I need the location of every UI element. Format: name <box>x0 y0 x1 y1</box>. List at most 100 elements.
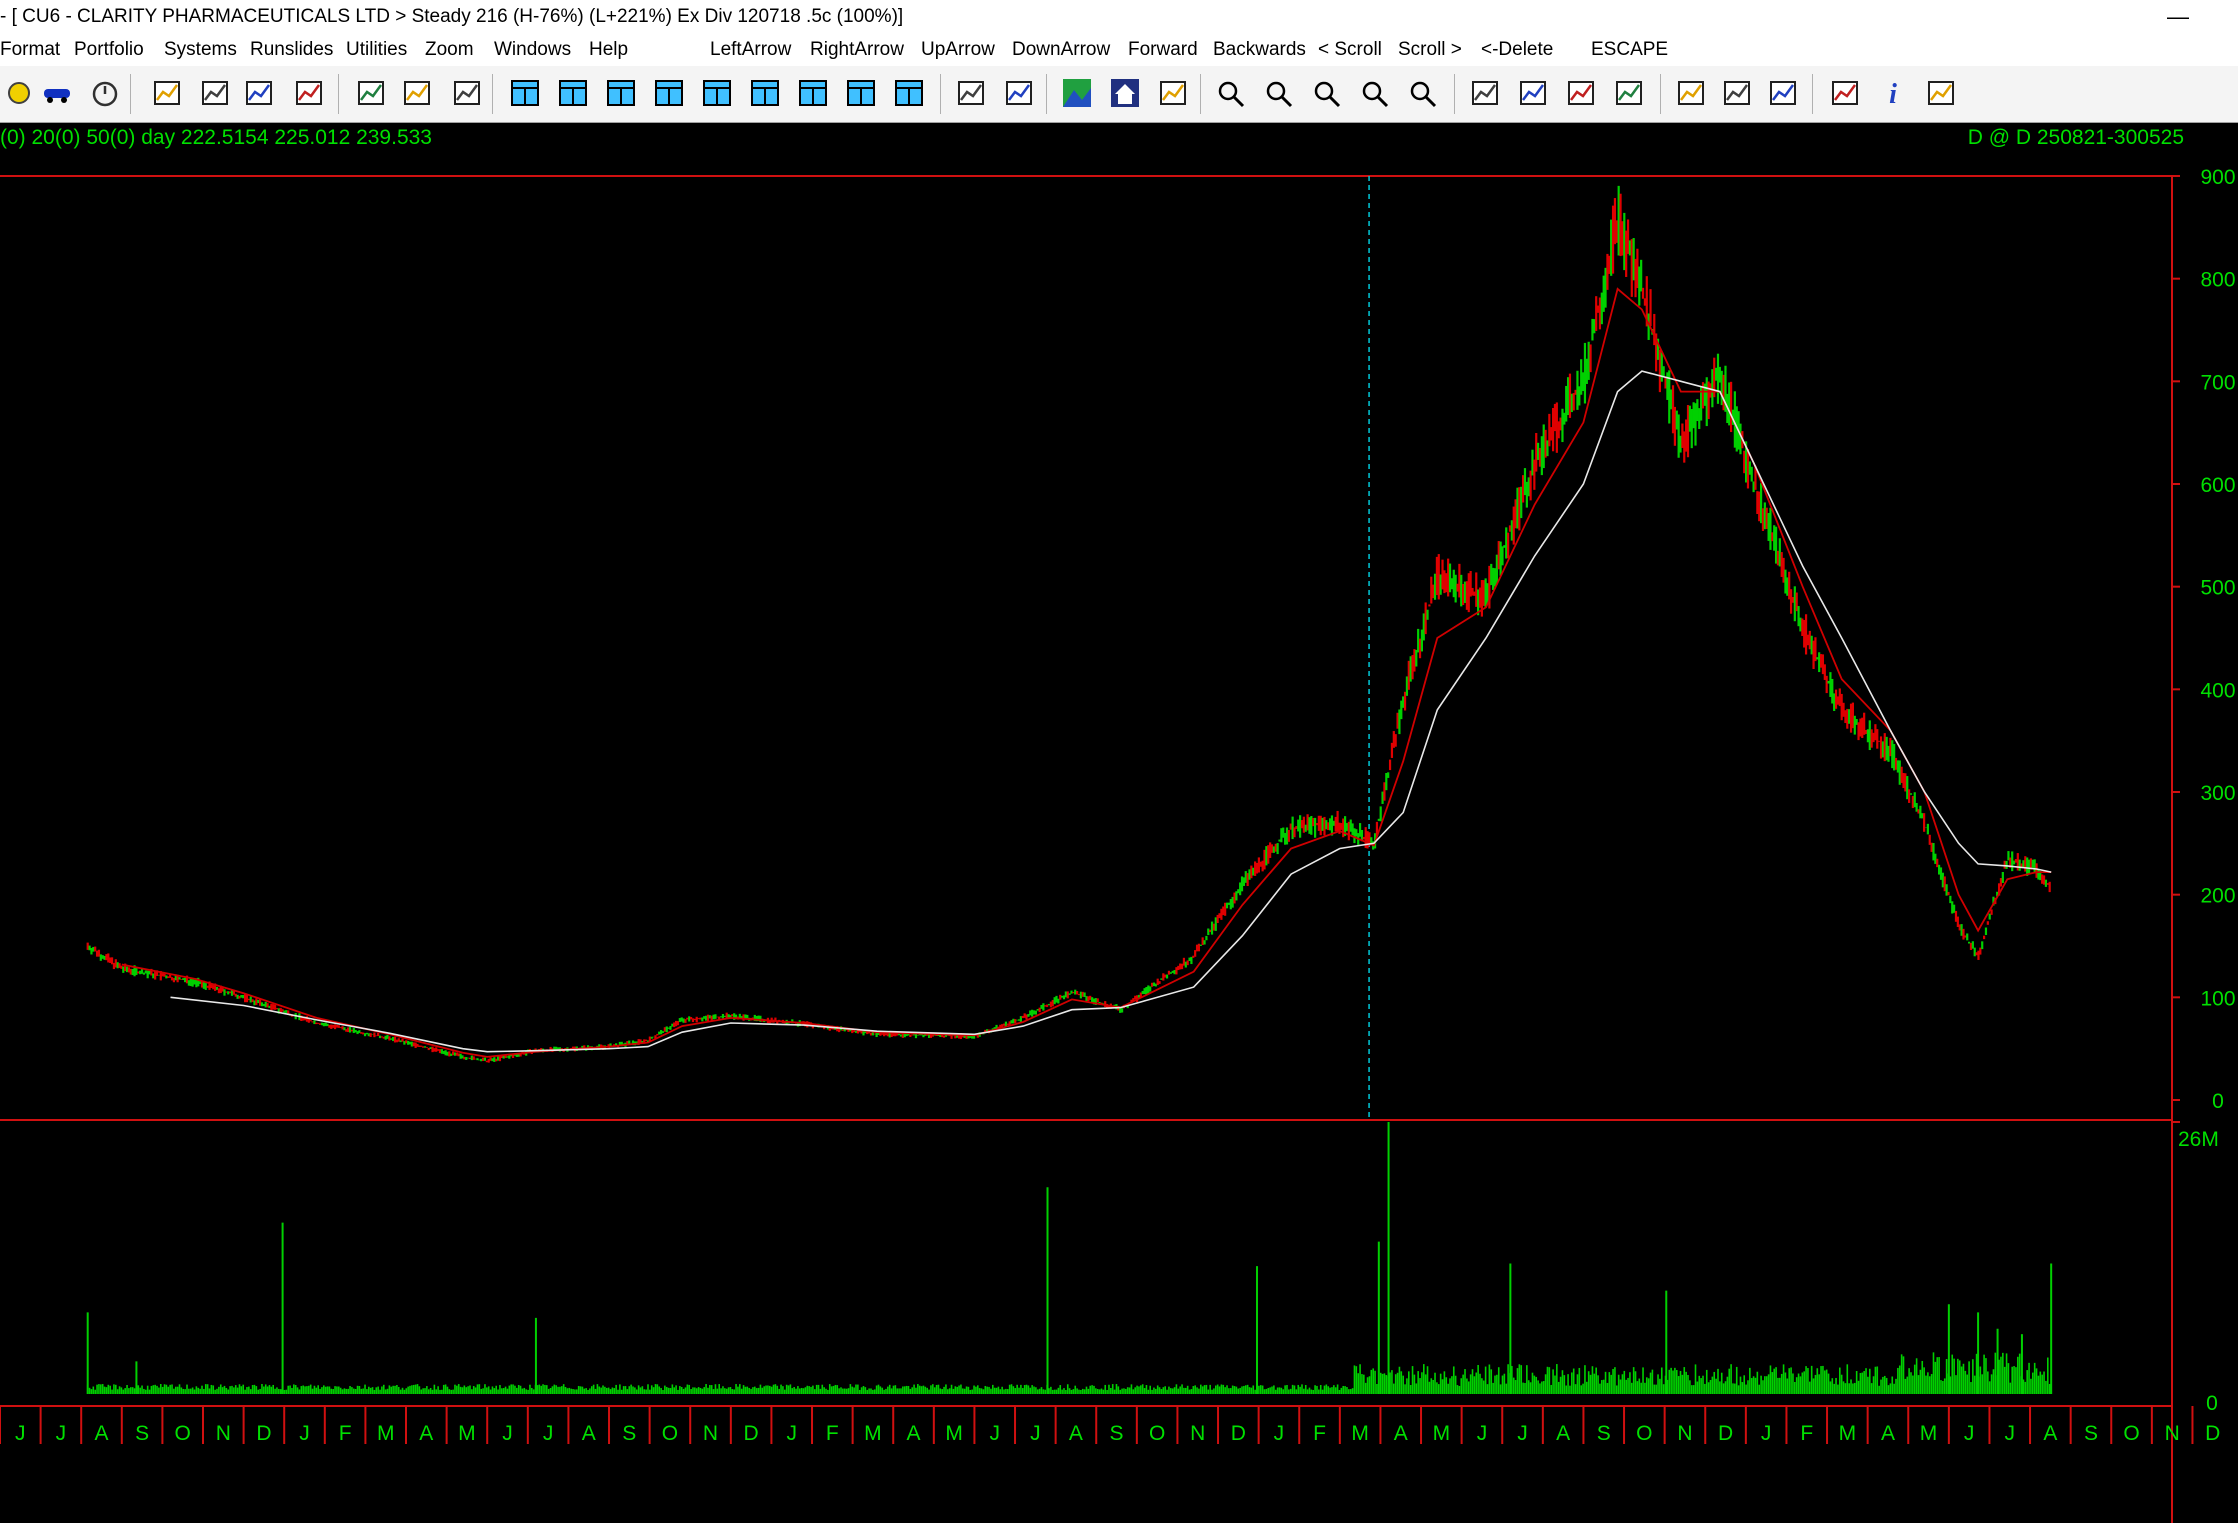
menu-runslides[interactable]: Runslides <box>250 34 333 66</box>
menu-format[interactable]: Format <box>0 34 60 66</box>
month-label: M <box>945 1422 963 1445</box>
chart-window-icon[interactable] <box>698 74 736 112</box>
price-tick-label: 200 <box>2200 885 2235 908</box>
title-bar: - [ CU6 - CLARITY PHARMACEUTICALS LTD > … <box>0 0 2238 34</box>
menu-scroll[interactable]: < Scroll <box>1318 34 1382 66</box>
ruler-icon[interactable] <box>1922 74 1960 112</box>
month-label: F <box>826 1422 839 1445</box>
notepad-icon[interactable] <box>1764 74 1802 112</box>
menu-scroll[interactable]: Scroll > <box>1398 34 1462 66</box>
spider-web-icon[interactable] <box>1154 74 1192 112</box>
month-label: A <box>1556 1422 1570 1445</box>
month-label: A <box>419 1422 433 1445</box>
menu-backwards[interactable]: Backwards <box>1213 34 1306 66</box>
bars-icon[interactable] <box>1718 74 1756 112</box>
minimize-button[interactable]: — <box>2158 0 2198 34</box>
price-tick-label: 900 <box>2200 166 2235 189</box>
toolbar-separator <box>1660 74 1661 114</box>
month-label: D <box>1231 1422 1246 1445</box>
toolbar-separator <box>1200 74 1201 114</box>
month-label: D <box>256 1422 271 1445</box>
zoom-in-icon[interactable] <box>1212 74 1250 112</box>
month-label: N <box>1190 1422 1205 1445</box>
calendar-grid-icon[interactable] <box>196 74 234 112</box>
month-label: O <box>1636 1422 1652 1445</box>
bulb-icon[interactable] <box>0 74 38 112</box>
toolbar-separator <box>338 74 339 114</box>
menu-systems[interactable]: Systems <box>164 34 237 66</box>
tile-vertical-icon[interactable] <box>602 74 640 112</box>
menu-help[interactable]: Help <box>589 34 628 66</box>
price-tick-label: 500 <box>2200 577 2235 600</box>
calculator-icon[interactable] <box>398 74 436 112</box>
month-label: J <box>1477 1422 1488 1445</box>
month-label: O <box>175 1422 191 1445</box>
month-label: D <box>2205 1422 2220 1445</box>
formula-icon[interactable] <box>448 74 486 112</box>
dwm-icon[interactable] <box>1466 74 1504 112</box>
zoom-out-icon[interactable] <box>1260 74 1298 112</box>
month-label: M <box>458 1422 476 1445</box>
price-tick-label: 300 <box>2200 782 2235 805</box>
month-label: J <box>786 1422 797 1445</box>
indicator-icon[interactable] <box>1562 74 1600 112</box>
data-f12-icon[interactable] <box>1672 74 1710 112</box>
show-trade-icon[interactable] <box>1610 74 1648 112</box>
tile-horizontal-icon[interactable] <box>650 74 688 112</box>
month-label: M <box>864 1422 882 1445</box>
stopwatch-icon[interactable] <box>86 74 124 112</box>
chart-edit-icon[interactable] <box>240 74 278 112</box>
zoom-right-icon[interactable] <box>1356 74 1394 112</box>
log-lin-icon[interactable] <box>1514 74 1552 112</box>
month-label: M <box>1351 1422 1369 1445</box>
toolbar-separator <box>492 74 493 114</box>
menu-rightarrow[interactable]: RightArrow <box>810 34 904 66</box>
menu-delete[interactable]: <-Delete <box>1481 34 1553 66</box>
month-label: D <box>744 1422 759 1445</box>
document-icon[interactable] <box>1826 74 1864 112</box>
chart-window-b-icon[interactable] <box>794 74 832 112</box>
printer-icon[interactable] <box>1000 74 1038 112</box>
align-icon[interactable] <box>890 74 928 112</box>
menu-uparrow[interactable]: UpArrow <box>921 34 995 66</box>
menu-portfolio[interactable]: Portfolio <box>74 34 144 66</box>
month-label: F <box>1800 1422 1813 1445</box>
price-tick-label: 0 <box>2212 1090 2224 1113</box>
landscape-icon[interactable] <box>1058 74 1096 112</box>
info-icon[interactable]: i <box>1874 74 1912 112</box>
menu-utilities[interactable]: Utilities <box>346 34 407 66</box>
month-label: A <box>94 1422 108 1445</box>
month-label: A <box>1881 1422 1895 1445</box>
menu-leftarrow[interactable]: LeftArrow <box>710 34 791 66</box>
menu-bar: Format Portfolio Systems Runslides Utilities… <box>0 34 2238 66</box>
car-icon[interactable] <box>38 74 76 112</box>
month-label: M <box>1920 1422 1938 1445</box>
window-icon[interactable] <box>506 74 544 112</box>
menu-zoom[interactable]: Zoom <box>425 34 474 66</box>
chart-window-v-icon[interactable] <box>746 74 784 112</box>
toolbar-separator <box>1046 74 1047 114</box>
toolbar-separator <box>1454 74 1455 114</box>
home-icon[interactable] <box>1106 74 1144 112</box>
month-label: A <box>1069 1422 1083 1445</box>
menu-downarrow[interactable]: DownArrow <box>1012 34 1110 66</box>
volume-max-label: 26M <box>2178 1128 2219 1151</box>
price-tick-label: 400 <box>2200 679 2235 702</box>
cascade-icon[interactable] <box>554 74 592 112</box>
zoom-left-icon[interactable] <box>1308 74 1346 112</box>
step-chart-icon[interactable] <box>290 74 328 112</box>
toolbar-separator <box>1812 74 1813 114</box>
portfolio-icon[interactable] <box>352 74 390 112</box>
month-label: J <box>1274 1422 1285 1445</box>
month-label: F <box>339 1422 352 1445</box>
menu-escape[interactable]: ESCAPE <box>1591 34 1668 66</box>
zoom-fit-icon[interactable] <box>1404 74 1442 112</box>
layers-icon[interactable] <box>842 74 880 112</box>
menu-windows[interactable]: Windows <box>494 34 571 66</box>
month-label: A <box>907 1422 921 1445</box>
numbers-chart-icon[interactable] <box>148 74 186 112</box>
chart-area[interactable]: 0 100 200 300 400 500 600 700 800 900 26M 0 J J A S O N D J… <box>0 122 2238 1523</box>
menu-forward[interactable]: Forward <box>1128 34 1198 66</box>
line-chart-icon[interactable] <box>952 74 990 112</box>
month-label: A <box>2043 1422 2057 1445</box>
